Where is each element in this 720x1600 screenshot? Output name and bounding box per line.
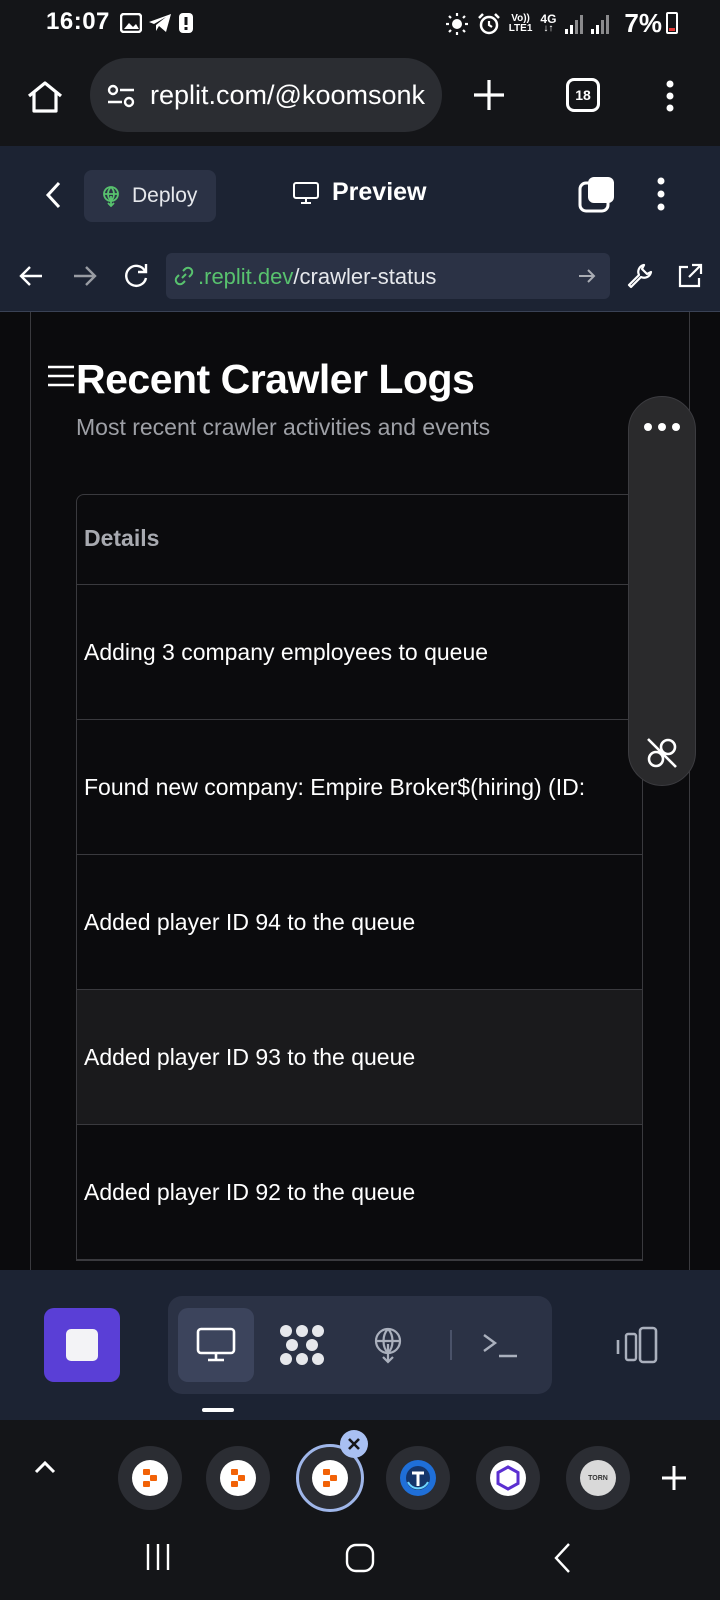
table-row: Added player ID 93 to the queue bbox=[77, 990, 642, 1125]
preview-url-field[interactable]: .replit.dev/crawler-status bbox=[166, 253, 610, 299]
brightness-icon bbox=[445, 12, 469, 36]
replit-header: Deploy Preview bbox=[0, 146, 720, 242]
disconnect-link-icon[interactable] bbox=[644, 735, 680, 771]
table-row: Adding 3 company employees to queue bbox=[77, 585, 642, 720]
nodes-icon bbox=[278, 1323, 326, 1367]
tool-indicator bbox=[202, 1408, 234, 1412]
monitor-icon bbox=[196, 1327, 236, 1363]
alert-icon bbox=[178, 12, 194, 34]
status-bar: 16:07 Vo)) LTE1 4G ↓↑ 7% bbox=[0, 0, 720, 46]
go-arrow-icon[interactable] bbox=[578, 267, 596, 285]
site-settings-icon[interactable] bbox=[106, 84, 136, 108]
battery-icon bbox=[666, 12, 678, 34]
system-navigation bbox=[0, 1526, 720, 1600]
torn-label: TORN bbox=[588, 1474, 608, 1482]
preview-label: Preview bbox=[332, 178, 427, 206]
deploy-tool-button[interactable] bbox=[350, 1308, 426, 1382]
workspace-tool-button[interactable] bbox=[264, 1308, 340, 1382]
replit-icon bbox=[220, 1460, 256, 1496]
back-chevron-icon[interactable] bbox=[44, 180, 62, 210]
preview-content: Recent Crawler Logs Most recent crawler … bbox=[0, 312, 720, 1270]
hamburger-menu-icon[interactable] bbox=[46, 364, 76, 388]
telegram-icon bbox=[148, 13, 172, 33]
shell-tool-button[interactable] bbox=[462, 1308, 538, 1382]
table-row: Found new company: Empire Broker$(hiring… bbox=[77, 720, 642, 855]
deploy-button[interactable]: Deploy bbox=[84, 170, 216, 222]
deploy-icon bbox=[100, 185, 122, 207]
tab-replit-2[interactable] bbox=[206, 1446, 270, 1510]
hexagon-icon bbox=[490, 1460, 526, 1496]
browser-url-bar[interactable]: replit.com/@koomsonk bbox=[90, 58, 442, 132]
tab-replit-1[interactable] bbox=[118, 1446, 182, 1510]
replit-icon bbox=[132, 1460, 168, 1496]
deploy-icon bbox=[370, 1326, 406, 1364]
status-time: 16:07 bbox=[46, 8, 110, 35]
replit-toolbar bbox=[0, 1270, 720, 1420]
tool-switcher bbox=[168, 1296, 552, 1394]
add-tab-icon[interactable] bbox=[660, 1464, 688, 1492]
preview-tab[interactable]: Preview bbox=[292, 178, 427, 207]
url-host: .replit.dev bbox=[198, 264, 294, 289]
device-size-icon[interactable] bbox=[614, 1326, 660, 1366]
table-header-details: Details bbox=[77, 495, 642, 585]
replit-icon bbox=[312, 1460, 348, 1496]
battery-percent: 7% bbox=[624, 8, 662, 38]
nav-forward-icon[interactable] bbox=[72, 264, 98, 288]
new-tab-icon[interactable] bbox=[472, 78, 506, 112]
reload-icon[interactable] bbox=[122, 262, 150, 290]
close-tab-icon[interactable] bbox=[340, 1430, 368, 1458]
tab-strip: TORN bbox=[0, 1420, 720, 1526]
new-window-icon[interactable] bbox=[578, 176, 616, 214]
preview-tool-button[interactable] bbox=[178, 1308, 254, 1382]
nav-back-icon[interactable] bbox=[18, 264, 44, 288]
monitor-icon bbox=[292, 181, 320, 205]
card-subtitle: Most recent crawler activities and event… bbox=[76, 414, 491, 440]
more-options-icon[interactable] bbox=[656, 176, 666, 212]
logs-table: Details Adding 3 company employees to qu… bbox=[76, 494, 643, 1261]
url-path: /crawler-status bbox=[293, 264, 437, 289]
link-icon bbox=[174, 266, 194, 286]
network-gen: 4G bbox=[540, 11, 557, 26]
system-back-icon[interactable] bbox=[552, 1542, 572, 1574]
browser-toolbar: replit.com/@koomsonk 18 bbox=[0, 46, 720, 146]
tab-app-5[interactable] bbox=[476, 1446, 540, 1510]
alarm-icon bbox=[477, 12, 501, 36]
table-row: Added player ID 92 to the queue bbox=[77, 1125, 642, 1260]
devtools-wrench-icon[interactable] bbox=[626, 262, 654, 290]
recent-apps-icon[interactable] bbox=[144, 1542, 172, 1572]
home-icon[interactable] bbox=[26, 80, 64, 114]
tab-count-button[interactable]: 18 bbox=[566, 78, 600, 112]
chevron-up-icon[interactable] bbox=[34, 1460, 56, 1474]
deploy-label: Deploy bbox=[132, 184, 198, 207]
gallery-icon bbox=[120, 13, 142, 33]
torn-icon: TORN bbox=[580, 1460, 616, 1496]
system-home-icon[interactable] bbox=[344, 1542, 376, 1574]
app-t-icon bbox=[400, 1460, 436, 1496]
browser-menu-icon[interactable] bbox=[665, 80, 675, 112]
network-volte: Vo)) bbox=[511, 12, 530, 24]
floating-tools-panel[interactable] bbox=[628, 396, 696, 786]
open-external-icon[interactable] bbox=[676, 262, 704, 290]
tab-torn[interactable]: TORN bbox=[566, 1446, 630, 1510]
table-row: Added player ID 94 to the queue bbox=[77, 855, 642, 990]
browser-url-text: replit.com/@koomsonk bbox=[150, 80, 425, 110]
card-title: Recent Crawler Logs bbox=[76, 356, 475, 402]
terminal-icon bbox=[481, 1330, 519, 1360]
signal-icon bbox=[564, 13, 616, 35]
stop-button[interactable] bbox=[44, 1308, 120, 1382]
network-lte: LTE1 bbox=[508, 22, 533, 34]
more-horizontal-icon[interactable] bbox=[642, 421, 682, 433]
tab-app-4[interactable] bbox=[386, 1446, 450, 1510]
preview-navigation: .replit.dev/crawler-status bbox=[0, 242, 720, 312]
